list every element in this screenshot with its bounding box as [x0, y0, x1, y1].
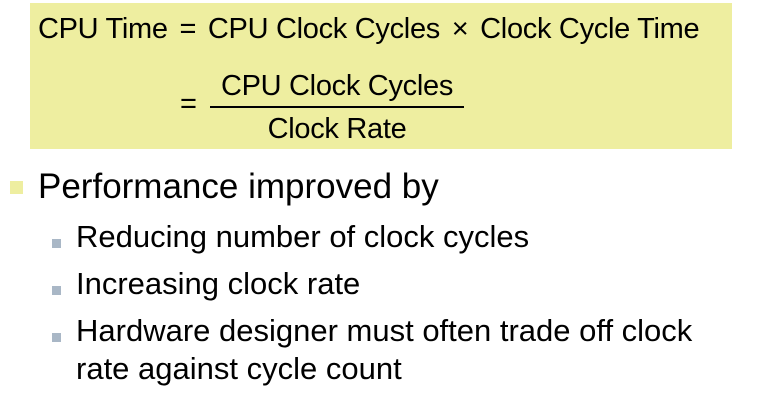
- fraction-denominator: Clock Rate: [267, 113, 407, 145]
- formula-term-1: CPU Clock Cycles: [207, 13, 440, 45]
- fraction-numerator: CPU Clock Cycles: [220, 70, 454, 102]
- main-bullet-icon: [10, 181, 23, 194]
- formula-equals: =: [179, 13, 197, 45]
- sub-bullet-icon: [52, 286, 61, 295]
- formula-times: ×: [451, 13, 469, 45]
- bullet-item-continuation: rate against cycle count: [76, 351, 402, 386]
- sub-bullet-icon: [52, 239, 61, 248]
- formula-lhs: CPU Time: [38, 13, 168, 45]
- bullet-item: Reducing number of clock cycles: [76, 219, 530, 254]
- bullet-item: Increasing clock rate: [76, 266, 361, 301]
- bullet-item: Hardware designer must often trade off c…: [76, 313, 693, 348]
- sub-bullet-icon: [52, 333, 61, 342]
- formula-box: CPU Time = CPU Clock Cycles × Clock Cycl…: [30, 3, 732, 149]
- slide-heading: Performance improved by: [38, 167, 439, 206]
- formula-line-1: CPU Time = CPU Clock Cycles × Clock Cycl…: [38, 12, 700, 46]
- formula-equals-2: =: [180, 88, 197, 120]
- formula-term-2: Clock Cycle Time: [480, 13, 700, 45]
- fraction-bar: [210, 106, 464, 108]
